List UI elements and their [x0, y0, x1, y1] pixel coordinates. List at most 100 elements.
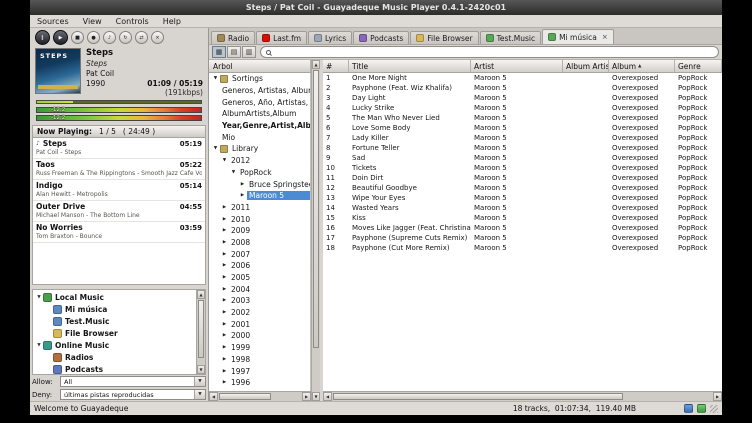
- scroll-down-icon[interactable]: ▼: [312, 392, 320, 401]
- playlist-item[interactable]: Taos05:22Russ Freeman & The Rippingtons …: [33, 159, 205, 180]
- menu-sources[interactable]: Sources: [30, 17, 76, 26]
- column-header-album[interactable]: Album▲: [609, 60, 675, 72]
- tree-item-2010[interactable]: ▶2010: [209, 213, 310, 225]
- expander-icon[interactable]: ▶: [220, 275, 229, 280]
- tree-item-poprock[interactable]: ▼PopRock: [209, 167, 310, 179]
- table-row[interactable]: 7Lady KillerMaroon 5OverexposedPopRock: [323, 133, 722, 143]
- tree-item-2005[interactable]: ▶2005: [209, 272, 310, 284]
- scroll-left-icon[interactable]: ◀: [209, 392, 218, 401]
- sources-scrollbar[interactable]: ▲ ▼: [196, 290, 205, 374]
- table-row[interactable]: 4Lucky StrikeMaroon 5OverexposedPopRock: [323, 103, 722, 113]
- scrollbar-track[interactable]: [312, 349, 320, 392]
- expander-icon[interactable]: ▶: [220, 252, 229, 257]
- table-row[interactable]: 18Payphone (Cut More Remix)Maroon 5Overe…: [323, 243, 722, 253]
- table-row[interactable]: 3Day LightMaroon 5OverexposedPopRock: [323, 93, 722, 103]
- tab-podcasts[interactable]: Podcasts: [353, 31, 409, 44]
- column-header-genre[interactable]: Genre: [675, 60, 722, 72]
- tree-item-mio[interactable]: Mio: [209, 131, 310, 143]
- scrollbar-thumb[interactable]: [313, 70, 319, 348]
- tree-item-1997[interactable]: ▶1997: [209, 365, 310, 377]
- grid-view-button[interactable]: ▥: [242, 46, 256, 58]
- tree-vscrollbar[interactable]: ▲ ▼: [311, 60, 320, 401]
- column-header-title[interactable]: Title: [349, 60, 471, 72]
- scrollbar-track[interactable]: [272, 392, 302, 401]
- tab-test-music[interactable]: Test.Music: [480, 31, 542, 44]
- menu-controls[interactable]: Controls: [109, 17, 156, 26]
- tree-item-albumartists-album[interactable]: AlbumArtists,Album: [209, 108, 310, 120]
- tree-item-2008[interactable]: ▶2008: [209, 237, 310, 249]
- tree-item-2003[interactable]: ▶2003: [209, 295, 310, 307]
- volume-status-icon[interactable]: [697, 404, 706, 413]
- table-row[interactable]: 11Doin DirtMaroon 5OverexposedPopRock: [323, 173, 722, 183]
- scrollbar-thumb[interactable]: [198, 300, 204, 358]
- sidebar-item-radios[interactable]: Radios: [33, 351, 196, 363]
- column-header-album-artist[interactable]: Album Artist: [563, 60, 609, 72]
- sidebar-item-online-music[interactable]: ▼Online Music: [33, 339, 196, 351]
- sidebar-item-file-browser[interactable]: File Browser: [33, 327, 196, 339]
- scroll-up-icon[interactable]: ▲: [312, 60, 320, 69]
- tree-item-2002[interactable]: ▶2002: [209, 307, 310, 319]
- scroll-down-icon[interactable]: ▼: [197, 365, 205, 374]
- tree-item-bruce-springsteen[interactable]: ▶Bruce Springsteen: [209, 178, 310, 190]
- table-row[interactable]: 6Love Some BodyMaroon 5OverexposedPopRoc…: [323, 123, 722, 133]
- playlist-item[interactable]: Outer Drive04:55Michael Manson - The Bot…: [33, 201, 205, 222]
- expander-icon[interactable]: ▶: [220, 333, 229, 338]
- next-track-button[interactable]: ▶: [53, 30, 68, 45]
- scrollbar-thumb[interactable]: [333, 393, 623, 400]
- scrollbar-track[interactable]: [624, 392, 713, 401]
- covers-view-button[interactable]: ▦: [212, 46, 226, 58]
- repeat-button[interactable]: ↻: [119, 31, 132, 44]
- scroll-up-icon[interactable]: ▲: [197, 290, 205, 299]
- table-row[interactable]: 12Beautiful GoodbyeMaroon 5OverexposedPo…: [323, 183, 722, 193]
- expander-icon[interactable]: ▼: [35, 295, 43, 300]
- table-row[interactable]: 2Payphone (Feat. Wiz Khalifa)Maroon 5Ove…: [323, 83, 722, 93]
- tree-column-header[interactable]: Arbol: [209, 60, 311, 73]
- sidebar-item-podcasts[interactable]: Podcasts: [33, 363, 196, 374]
- chevron-down-icon[interactable]: ▼: [194, 377, 205, 386]
- scroll-left-icon[interactable]: ◀: [323, 392, 332, 401]
- expander-icon[interactable]: ▼: [211, 76, 220, 81]
- tree-item-2004[interactable]: ▶2004: [209, 283, 310, 295]
- expander-icon[interactable]: ▶: [220, 228, 229, 233]
- playlist-item[interactable]: Indigo05:14Alan Hewitt - Metropolis: [33, 180, 205, 201]
- tree-item-1999[interactable]: ▶1999: [209, 342, 310, 354]
- chevron-down-icon[interactable]: ▼: [194, 390, 205, 399]
- deny-filter-select[interactable]: últimas pistas reproducidas ▼: [60, 389, 206, 400]
- search-box[interactable]: [260, 46, 719, 58]
- album-art[interactable]: STEPS: [35, 48, 81, 94]
- tree-item-2012[interactable]: ▼2012: [209, 155, 310, 167]
- titlebar[interactable]: Steps / Pat Coil - Guayadeque Music Play…: [30, 0, 722, 15]
- tree-item-year-genre-artist-album[interactable]: Year,Genre,Artist,Album: [209, 120, 310, 132]
- tab-mi-musica[interactable]: Mi música×: [542, 29, 614, 44]
- expander-icon[interactable]: ▶: [220, 263, 229, 268]
- tab-radio[interactable]: Radio: [211, 31, 255, 44]
- expander-icon[interactable]: ▶: [220, 380, 229, 385]
- expander-icon[interactable]: ▶: [238, 182, 247, 187]
- record-button[interactable]: ●: [87, 31, 100, 44]
- tree-item-generos-ano-artistas-albumes[interactable]: Generos, Año, Artistas, Albumes: [209, 96, 310, 108]
- table-row[interactable]: 15KissMaroon 5OverexposedPopRock: [323, 213, 722, 223]
- table-hscrollbar[interactable]: ◀ ▶: [323, 391, 722, 401]
- table-row[interactable]: 10TicketsMaroon 5OverexposedPopRock: [323, 163, 722, 173]
- smart-mode-button[interactable]: ×: [151, 31, 164, 44]
- tree-item-1998[interactable]: ▶1998: [209, 354, 310, 366]
- scrollbar-thumb[interactable]: [219, 393, 271, 400]
- equalizer-status-icon[interactable]: [684, 404, 693, 413]
- tree-item-2007[interactable]: ▶2007: [209, 248, 310, 260]
- sidebar-item-test-music[interactable]: Test.Music: [33, 315, 196, 327]
- sidebar-item-local-music[interactable]: ▼Local Music: [33, 291, 196, 303]
- table-row[interactable]: 8Fortune TellerMaroon 5OverexposedPopRoc…: [323, 143, 722, 153]
- expander-icon[interactable]: ▶: [220, 240, 229, 245]
- column-header-artist[interactable]: Artist: [471, 60, 563, 72]
- expander-icon[interactable]: ▶: [238, 193, 247, 198]
- expander-icon[interactable]: ▼: [35, 343, 43, 348]
- tree-item-1996[interactable]: ▶1996: [209, 377, 310, 389]
- tree-item-sortings[interactable]: ▼Sortings: [209, 73, 310, 85]
- tab-last-fm[interactable]: Last.fm: [256, 31, 307, 44]
- table-row[interactable]: 5The Man Who Never LiedMaroon 5Overexpos…: [323, 113, 722, 123]
- playlist-item[interactable]: ♪Steps05:19Pat Coil - Steps: [33, 138, 205, 159]
- resize-grip[interactable]: [710, 405, 718, 413]
- expander-icon[interactable]: ▶: [220, 287, 229, 292]
- seek-bar[interactable]: [36, 100, 202, 104]
- allow-filter-select[interactable]: All ▼: [60, 376, 206, 387]
